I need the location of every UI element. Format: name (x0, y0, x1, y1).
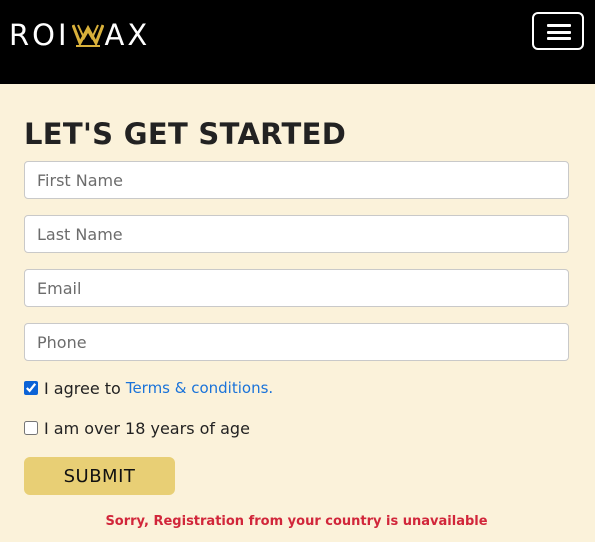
roimax-logo[interactable]: ROI AX (9, 19, 150, 51)
first-name-input[interactable] (24, 161, 569, 199)
site-header: ROI AX (0, 0, 595, 84)
terms-conditions-link[interactable]: Terms & conditions. (126, 379, 273, 397)
crown-m-icon (71, 24, 104, 47)
logo-text-right: AX (104, 18, 151, 52)
terms-row: I agree to Terms & conditions. (24, 378, 273, 398)
terms-checkbox[interactable] (24, 381, 38, 395)
terms-label: I agree to (44, 378, 121, 398)
age-checkbox[interactable] (24, 421, 38, 435)
hamburger-menu-button[interactable] (532, 12, 584, 50)
form-title: LET'S GET STARTED (24, 117, 347, 151)
email-input[interactable] (24, 269, 569, 307)
registration-error-message: Sorry, Registration from your country is… (105, 514, 488, 529)
submit-button[interactable]: SUBMIT (24, 457, 175, 495)
age-row: I am over 18 years of age (24, 418, 250, 438)
last-name-input[interactable] (24, 215, 569, 253)
age-label: I am over 18 years of age (44, 418, 250, 438)
phone-input[interactable] (24, 323, 569, 361)
logo-text-left: ROI (9, 18, 70, 52)
